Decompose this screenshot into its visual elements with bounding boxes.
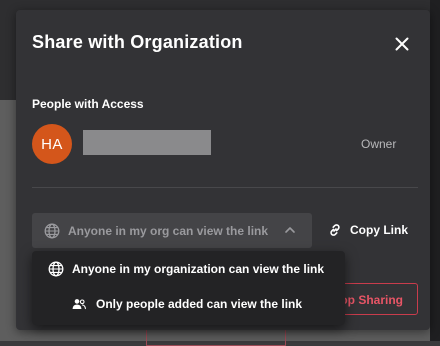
link-access-select[interactable]: Anyone in my org can view the link (32, 213, 312, 248)
globe-icon (48, 261, 64, 277)
redacted-user-name (83, 130, 211, 155)
close-button[interactable] (390, 32, 414, 56)
role-label: Owner (361, 137, 397, 151)
globe-icon (44, 223, 60, 239)
avatar-initials: HA (41, 135, 63, 153)
divider (32, 187, 418, 188)
close-icon (395, 37, 409, 51)
dialog-title: Share with Organization (32, 32, 243, 52)
copy-link-label: Copy Link (350, 223, 409, 237)
people-with-access-label: People with Access (32, 97, 144, 111)
dropdown-option-only-added[interactable]: Only people added can view the link (32, 287, 345, 321)
link-access-dropdown: Anyone in my organization can view the l… (32, 251, 345, 325)
users-icon (72, 298, 86, 310)
link-icon (328, 223, 342, 237)
avatar: HA (32, 124, 72, 164)
dropdown-option-label: Anyone in my organization can view the l… (72, 262, 325, 276)
background-edge (430, 0, 440, 341)
dropdown-option-anyone-in-org[interactable]: Anyone in my organization can view the l… (32, 252, 345, 286)
chevron-up-icon (284, 224, 296, 236)
link-access-value: Anyone in my org can view the link (68, 223, 269, 238)
dropdown-option-label: Only people added can view the link (96, 297, 303, 311)
copy-link-button[interactable]: Copy Link (328, 220, 408, 240)
